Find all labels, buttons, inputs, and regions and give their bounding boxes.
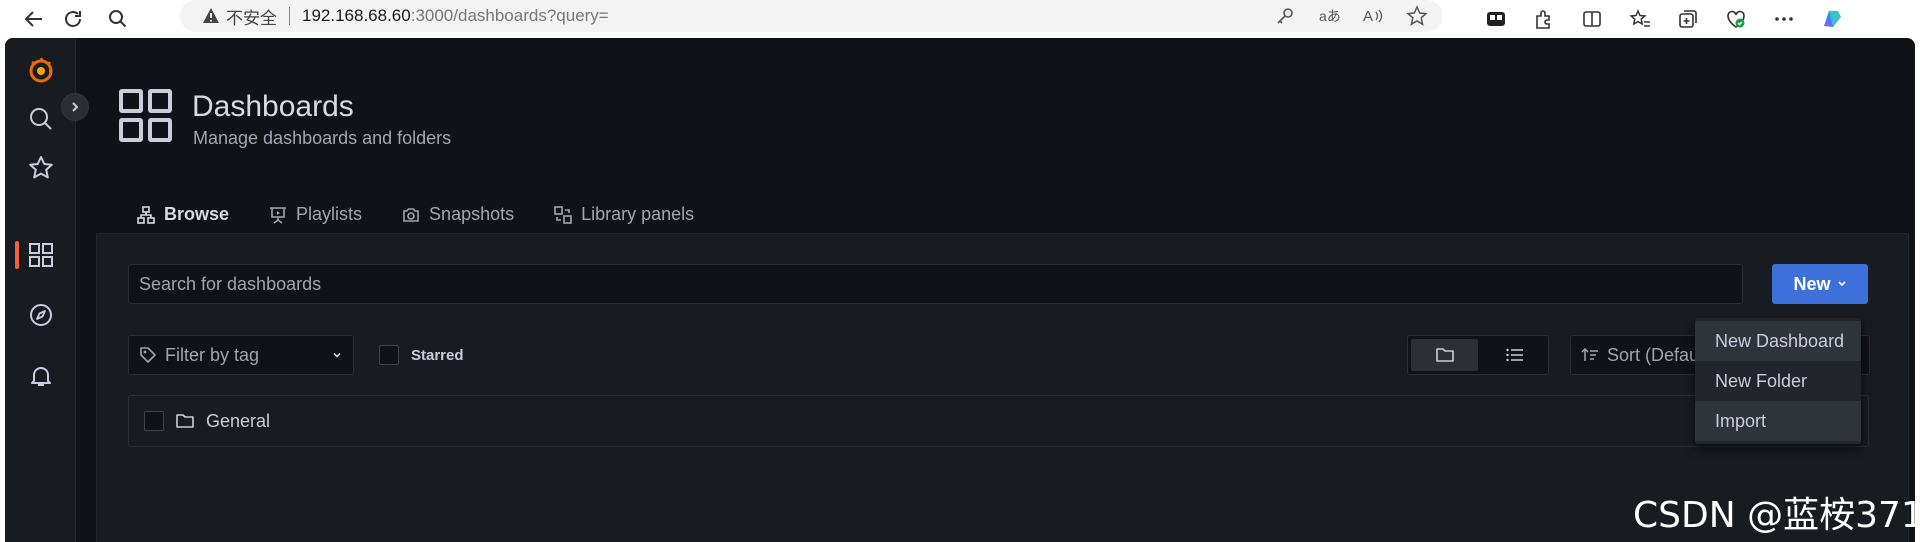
workspace-icon[interactable] xyxy=(1480,3,1512,35)
dashboards-header-icon xyxy=(119,89,172,142)
list-view-button[interactable] xyxy=(1481,336,1548,374)
translate-icon[interactable]: aあ xyxy=(1317,4,1341,28)
address-separator xyxy=(289,7,290,25)
presentation-play-icon xyxy=(270,206,287,224)
alerting-icon[interactable] xyxy=(25,360,57,392)
new-button-label: New xyxy=(1793,273,1831,294)
address-actions: aあ A xyxy=(1273,4,1429,28)
library-panel-icon xyxy=(554,205,572,224)
sitemap-icon xyxy=(137,205,155,224)
folder-view-button[interactable] xyxy=(1411,339,1478,371)
folder-icon xyxy=(176,414,194,428)
refresh-button[interactable] xyxy=(57,3,89,35)
expand-menu-button[interactable] xyxy=(61,93,89,121)
tag-filter-select[interactable]: Filter by tag xyxy=(128,335,354,375)
svg-text:A: A xyxy=(1363,8,1373,25)
grafana-logo[interactable] xyxy=(25,54,57,86)
chevron-down-icon xyxy=(1837,281,1846,287)
browser-essentials-icon[interactable] xyxy=(1720,3,1752,35)
page-title: Dashboards xyxy=(192,90,354,123)
starred-filter[interactable]: Starred xyxy=(379,345,464,365)
warning-icon xyxy=(203,8,219,23)
address-bar[interactable]: 不安全 192.168.68.60:3000/dashboards?query=… xyxy=(180,0,1443,32)
dashboards-icon[interactable] xyxy=(25,239,57,271)
security-label: 不安全 xyxy=(226,8,277,28)
new-dropdown-menu: New Dashboard New Folder Import xyxy=(1695,318,1861,444)
tag-icon xyxy=(140,347,156,363)
security-indicator[interactable]: 不安全 xyxy=(202,4,277,29)
browser-chrome: 不安全 192.168.68.60:3000/dashboards?query=… xyxy=(0,0,1920,38)
folder-checkbox[interactable] xyxy=(144,411,164,431)
key-icon[interactable] xyxy=(1273,4,1297,28)
url-host: 192.168.68.60 xyxy=(302,6,411,25)
back-button[interactable] xyxy=(18,3,50,35)
new-button[interactable]: New xyxy=(1772,264,1868,304)
collections-icon[interactable] xyxy=(1672,3,1704,35)
url-path: :3000/dashboards?query= xyxy=(410,6,609,25)
starred-checkbox[interactable] xyxy=(379,345,399,365)
browser-toolbar xyxy=(1480,3,1848,35)
favorites-icon[interactable] xyxy=(1624,3,1656,35)
menu-item-import[interactable]: Import xyxy=(1695,401,1861,441)
tab-snapshots-label: Snapshots xyxy=(429,204,515,224)
chevron-right-icon xyxy=(72,102,79,112)
watermark: CSDN @蓝桉371 xyxy=(1633,495,1920,536)
list-icon xyxy=(1505,348,1523,362)
grafana-app: Dashboards Manage dashboards and folders… xyxy=(5,38,1915,542)
chevron-down-icon xyxy=(333,352,341,358)
browser-search-button[interactable] xyxy=(102,3,134,35)
explore-icon[interactable] xyxy=(25,299,57,331)
page-subtitle: Manage dashboards and folders xyxy=(193,128,452,148)
back-arrow-icon xyxy=(24,11,42,27)
tab-playlists-label: Playlists xyxy=(296,204,363,224)
favorite-star-icon[interactable] xyxy=(1405,4,1429,28)
menu-item-new-dashboard[interactable]: New Dashboard xyxy=(1695,321,1861,361)
menu-item-new-folder[interactable]: New Folder xyxy=(1695,361,1861,401)
search-input[interactable] xyxy=(128,264,1743,304)
star-icon[interactable] xyxy=(25,152,57,184)
folder-icon xyxy=(1435,348,1454,362)
tab-browse-label: Browse xyxy=(164,204,230,224)
view-toggle xyxy=(1407,335,1549,375)
more-menu-icon[interactable] xyxy=(1768,3,1800,35)
search-icon xyxy=(109,10,127,28)
active-indicator xyxy=(15,241,19,269)
camera-icon xyxy=(403,207,419,222)
starred-label: Starred xyxy=(411,346,464,364)
extensions-icon[interactable] xyxy=(1528,3,1560,35)
split-screen-icon[interactable] xyxy=(1576,3,1608,35)
folder-row-general[interactable]: General xyxy=(128,395,1869,447)
copilot-icon[interactable] xyxy=(1816,3,1848,35)
refresh-icon xyxy=(65,11,81,27)
search-icon[interactable] xyxy=(25,103,57,135)
folder-name: General xyxy=(206,410,271,431)
svg-text:aあ: aあ xyxy=(1319,8,1340,24)
sort-icon xyxy=(1581,347,1598,361)
tag-filter-placeholder: Filter by tag xyxy=(165,344,260,365)
tab-library-panels-label: Library panels xyxy=(581,204,695,224)
read-aloud-icon[interactable]: A xyxy=(1361,4,1385,28)
